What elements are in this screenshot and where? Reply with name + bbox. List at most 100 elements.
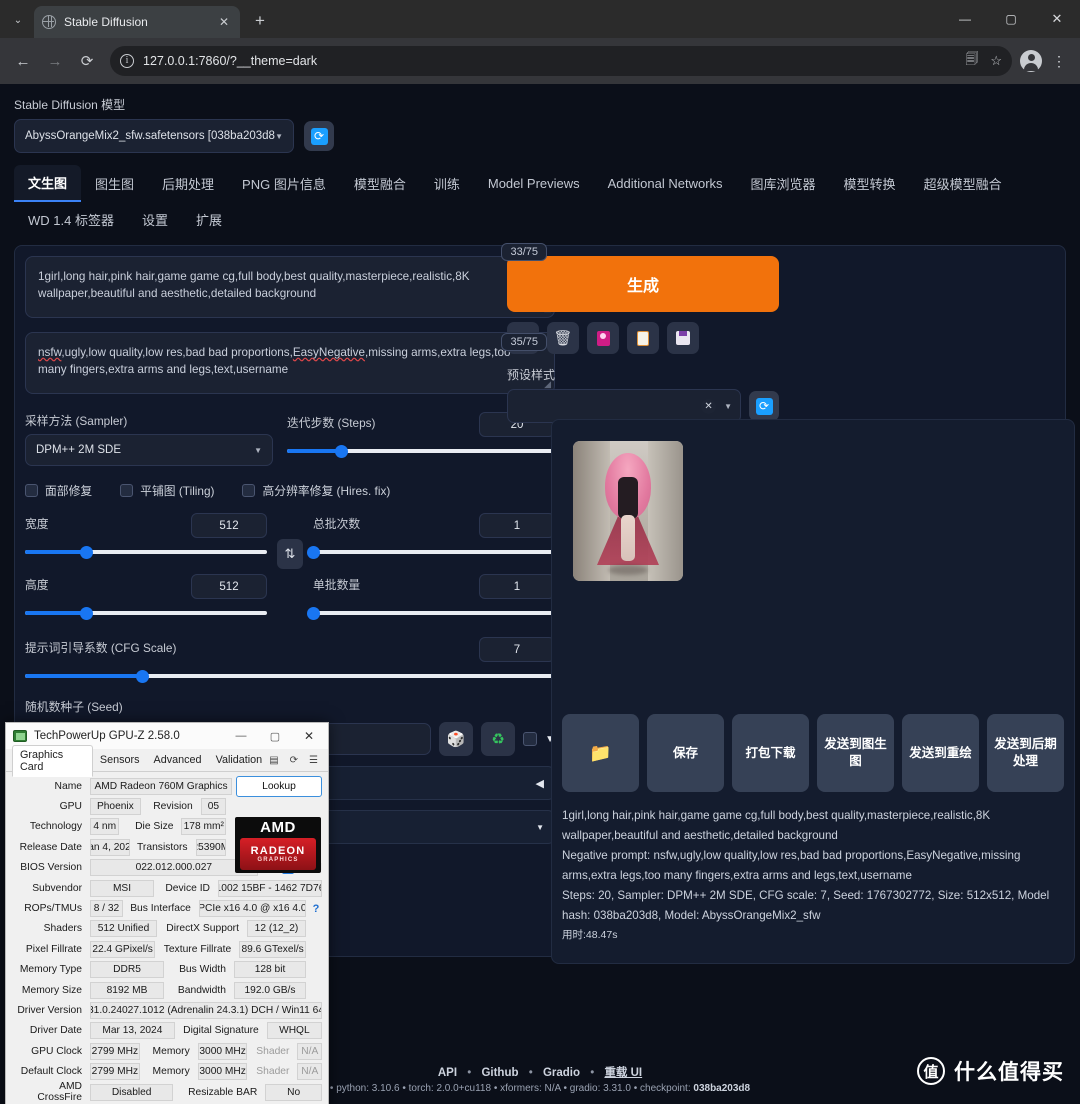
bios-value: 022.012.000.027 <box>90 859 258 877</box>
height-label: 高度 <box>25 577 49 592</box>
gpuz-maximize-button[interactable]: ▢ <box>258 724 292 748</box>
slider-thumb[interactable] <box>79 606 93 620</box>
send-to-extras-button[interactable]: 发送到后期处理 <box>987 714 1064 792</box>
reload-icon[interactable]: ⟳ <box>72 46 102 76</box>
camera-icon[interactable]: ▤ <box>269 755 278 766</box>
styles-select[interactable]: ✕ ▼ <box>507 389 741 423</box>
bookmark-star-icon[interactable]: ☆ <box>990 53 1002 69</box>
gpuz-tab-graphics-card[interactable]: Graphics Card <box>12 744 93 777</box>
tab-img2img[interactable]: 图生图 <box>81 166 148 201</box>
maximize-button[interactable]: ▢ <box>988 0 1034 38</box>
browser-menu-icon[interactable]: ⋮ <box>1046 53 1072 70</box>
height-slider[interactable] <box>25 605 267 621</box>
address-bar[interactable]: i 127.0.0.1:7860/?__theme=dark 🗐 ☆ <box>110 46 1012 76</box>
profile-avatar-icon[interactable] <box>1020 50 1042 72</box>
save-button[interactable]: 保存 <box>647 714 724 792</box>
refresh-icon[interactable]: ⟳ <box>290 755 298 766</box>
width-slider[interactable] <box>25 544 267 560</box>
extra-seed-checkbox[interactable] <box>523 732 538 746</box>
zip-download-button[interactable]: 打包下载 <box>732 714 809 792</box>
tab-model-previews[interactable]: Model Previews <box>474 168 594 199</box>
slider-thumb[interactable] <box>307 545 320 559</box>
github-link[interactable]: Github <box>481 1067 518 1079</box>
reload-ui-link[interactable]: 重载 UI <box>604 1067 642 1079</box>
webui-page: Stable Diffusion 模型 AbyssOrangeMix2_sfw.… <box>0 84 1080 1104</box>
slider-thumb[interactable] <box>135 669 149 683</box>
steps-slider[interactable] <box>287 443 555 459</box>
hamburger-menu-icon[interactable]: ☰ <box>309 755 318 766</box>
close-window-button[interactable]: ✕ <box>1034 0 1080 38</box>
tab-wd14-tagger[interactable]: WD 1.4 标签器 <box>14 202 128 237</box>
send-to-inpaint-button[interactable]: 发送到重绘 <box>902 714 979 792</box>
close-tab-icon[interactable]: ✕ <box>216 15 232 29</box>
lookup-button[interactable]: Lookup <box>236 775 322 797</box>
reuse-seed-button[interactable]: ♻ <box>481 722 516 756</box>
tab-train[interactable]: 训练 <box>420 166 474 201</box>
tab-super-merger[interactable]: 超级模型融合 <box>910 166 1016 201</box>
hires-fix-checkbox[interactable]: 高分辨率修复 (Hires. fix) <box>242 482 390 499</box>
cfg-number-input[interactable]: 7 <box>479 637 555 662</box>
tab-model-converter[interactable]: 模型转换 <box>830 166 910 201</box>
tiling-checkbox[interactable]: 平铺图 (Tiling) <box>120 482 214 499</box>
translate-icon[interactable]: 🗐 <box>965 50 978 72</box>
batch-size-input[interactable]: 1 <box>479 574 555 599</box>
height-number-input[interactable]: 512 <box>191 574 267 599</box>
batch-count-slider[interactable] <box>307 544 555 560</box>
tab-extras[interactable]: 后期处理 <box>148 166 228 201</box>
api-link[interactable]: API <box>438 1067 457 1079</box>
gpuz-tab-validation[interactable]: Validation <box>209 751 270 769</box>
slider-thumb[interactable] <box>79 545 93 559</box>
site-info-icon[interactable]: i <box>120 54 134 68</box>
clear-icon[interactable]: ✕ <box>701 398 717 414</box>
trash-icon[interactable]: 🗑 <box>547 322 579 354</box>
gpuz-window[interactable]: TechPowerUp GPU-Z 2.58.0 — ▢ ✕ Graphics … <box>5 722 329 1104</box>
separator-dot: • <box>590 1067 595 1079</box>
sampler-select[interactable]: DPM++ 2M SDE ▼ <box>25 434 273 466</box>
negative-prompt-textarea[interactable]: nsfw,ugly,low quality,low res,bad bad pr… <box>25 332 555 394</box>
send-to-img2img-button[interactable]: 发送到图生图 <box>817 714 894 792</box>
gpuz-close-button[interactable]: ✕ <box>292 724 326 748</box>
version-sep: • <box>633 1083 638 1094</box>
generated-image-thumbnail[interactable] <box>573 441 683 581</box>
new-tab-button[interactable]: + <box>246 7 274 35</box>
slider-thumb[interactable] <box>334 444 348 458</box>
swap-dimensions-button[interactable]: ⇅ <box>277 539 303 569</box>
gradio-link[interactable]: Gradio <box>543 1067 580 1079</box>
gpuz-tab-advanced[interactable]: Advanced <box>147 751 209 769</box>
batch-size-label: 单批数量 <box>313 577 361 592</box>
minimize-button[interactable]: — <box>942 0 988 38</box>
tab-search-button[interactable]: ⌄ <box>4 6 32 34</box>
tab-settings[interactable]: 设置 <box>128 202 182 237</box>
tab-png-info[interactable]: PNG 图片信息 <box>228 166 340 201</box>
generate-button[interactable]: 生成 <box>507 256 779 312</box>
help-icon[interactable]: ? <box>310 903 322 915</box>
random-seed-button[interactable]: 🎲 <box>439 722 474 756</box>
tab-gallery-browser[interactable]: 图库浏览器 <box>737 166 830 201</box>
cfg-slider[interactable] <box>25 668 555 684</box>
floppy-disk-icon[interactable] <box>667 322 699 354</box>
tab-additional-networks[interactable]: Additional Networks <box>594 168 737 199</box>
back-icon[interactable]: ← <box>8 46 38 76</box>
refresh-models-button[interactable]: ⟳ <box>304 121 334 151</box>
batch-size-slider[interactable] <box>307 605 555 621</box>
gpuz-tab-sensors[interactable]: Sensors <box>93 751 147 769</box>
sampler-value: DPM++ 2M SDE <box>36 444 121 456</box>
tab-txt2img[interactable]: 文生图 <box>14 165 82 202</box>
palette-icon[interactable] <box>587 322 619 354</box>
sd-model-dropdown[interactable]: AbyssOrangeMix2_sfw.safetensors [038ba20… <box>14 119 294 153</box>
gpuz-minimize-button[interactable]: — <box>224 724 258 748</box>
shaders-label: Shaders <box>43 923 82 935</box>
browser-toolbar: ← → ⟳ i 127.0.0.1:7860/?__theme=dark 🗐 ☆… <box>0 38 1080 84</box>
browser-tab[interactable]: Stable Diffusion ✕ <box>34 6 240 38</box>
restore-faces-checkbox[interactable]: 面部修复 <box>25 482 92 499</box>
slider-thumb[interactable] <box>307 606 320 620</box>
positive-prompt-textarea[interactable]: 1girl,long hair,pink hair,game game cg,f… <box>25 256 555 318</box>
tab-checkpoint-merger[interactable]: 模型融合 <box>340 166 420 201</box>
width-number-input[interactable]: 512 <box>191 513 267 538</box>
open-folder-button[interactable]: 📁 <box>562 714 639 792</box>
forward-icon[interactable]: → <box>40 46 70 76</box>
batch-count-input[interactable]: 1 <box>479 513 555 538</box>
refresh-styles-button[interactable]: ⟳ <box>749 391 779 421</box>
clipboard-icon[interactable] <box>627 322 659 354</box>
tab-extensions[interactable]: 扩展 <box>182 202 236 237</box>
